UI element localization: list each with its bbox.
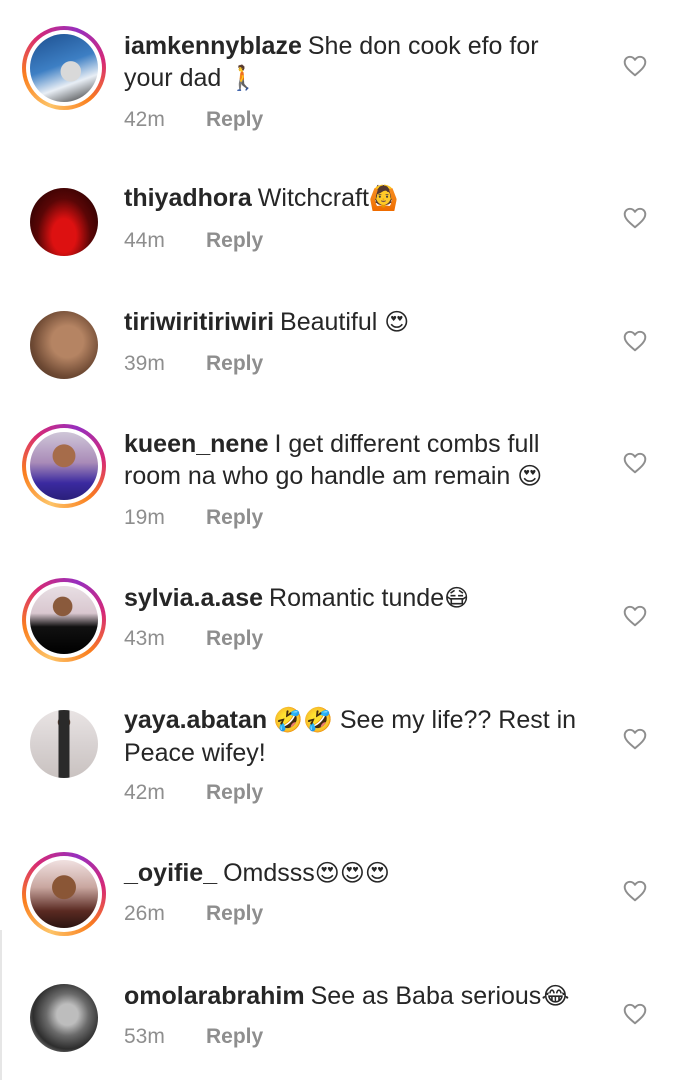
heart-icon[interactable] (622, 603, 648, 629)
reply-button[interactable]: Reply (206, 229, 263, 252)
comment-username[interactable]: tiriwiritiriwiri (124, 308, 274, 336)
comment-timestamp: 43m (124, 627, 165, 650)
comment-text: kueen_nene I get different combs full roo… (124, 428, 594, 493)
comment-username[interactable]: omolarabrahim (124, 982, 305, 1010)
comment-meta: 26m Reply (124, 902, 263, 926)
avatar-photo (30, 710, 98, 778)
heart-icon[interactable] (622, 205, 648, 231)
heart-icon[interactable] (622, 328, 648, 354)
avatar[interactable] (22, 180, 106, 264)
heart-icon[interactable] (622, 878, 648, 904)
avatar[interactable] (22, 702, 106, 786)
heart-icon[interactable] (622, 450, 648, 476)
heart-icon[interactable] (622, 1001, 648, 1027)
comment-meta: 44m Reply (124, 229, 263, 253)
comment-text: _oyifie_ Omdsss😍😍😍 (124, 857, 594, 890)
comment-body: Beautiful (280, 308, 378, 336)
comment-emoji: 😍 (384, 309, 410, 336)
comment-text: omolarabrahim See as Baba serious😂 (124, 980, 594, 1013)
avatar-photo (30, 188, 98, 256)
avatar-photo (30, 586, 98, 654)
comment-meta: 42m Reply (124, 108, 263, 132)
avatar-photo (30, 311, 98, 379)
comment-username[interactable]: kueen_nene (124, 430, 269, 458)
comment-body: See as Baba serious (310, 982, 542, 1010)
comment-meta: 42m Reply (124, 781, 263, 805)
comment-timestamp: 42m (124, 781, 165, 804)
reply-button[interactable]: Reply (206, 781, 263, 804)
heart-icon[interactable] (622, 53, 648, 79)
avatar[interactable] (22, 26, 106, 110)
comment-emoji: 🙆 (368, 185, 399, 212)
avatar[interactable] (22, 852, 106, 936)
comment-emoji: 😍 (517, 463, 543, 490)
comment-timestamp: 39m (124, 352, 165, 375)
comment-text: yaya.abatan 🤣🤣 See my life?? Rest in Peac… (124, 704, 594, 769)
comment-username[interactable]: thiyadhora (124, 184, 252, 212)
avatar[interactable] (22, 303, 106, 387)
avatar-photo (30, 860, 98, 928)
avatar-photo (30, 984, 98, 1052)
comment-emoji: 🚶 (228, 65, 259, 92)
avatar[interactable] (22, 976, 106, 1060)
comment-meta: 43m Reply (124, 627, 263, 651)
comment-body: Witchcraft (257, 184, 369, 212)
comment-timestamp: 44m (124, 229, 165, 252)
comment-username[interactable]: sylvia.a.ase (124, 584, 263, 612)
left-edge-divider (0, 930, 2, 1080)
reply-button[interactable]: Reply (206, 108, 263, 131)
comment-timestamp: 26m (124, 902, 165, 925)
reply-button[interactable]: Reply (206, 506, 263, 529)
reply-button[interactable]: Reply (206, 1025, 263, 1048)
avatar-photo (30, 34, 98, 102)
comment-emoji: 😂 (541, 983, 570, 1010)
comment-text: thiyadhora Witchcraft🙆 (124, 182, 594, 215)
comment-text: sylvia.a.ase Romantic tunde😷 (124, 582, 594, 615)
heart-icon[interactable] (622, 726, 648, 752)
comment-username[interactable]: yaya.abatan (124, 706, 267, 734)
comment-meta: 39m Reply (124, 352, 263, 376)
comment-emoji: 😷 (444, 585, 470, 612)
comment-timestamp: 42m (124, 108, 165, 131)
reply-button[interactable]: Reply (206, 627, 263, 650)
comment-timestamp: 53m (124, 1025, 165, 1048)
comment-body: Romantic tunde (269, 584, 445, 612)
reply-button[interactable]: Reply (206, 352, 263, 375)
comment-meta: 53m Reply (124, 1025, 263, 1049)
comment-text: tiriwiritiriwiri Beautiful 😍 (124, 306, 594, 339)
comment-emoji: 🤣🤣 (273, 707, 333, 734)
comment-emoji: 😍😍😍 (314, 860, 390, 887)
comment-body: Omdsss (223, 859, 315, 887)
comment-text: iamkennyblaze She don cook efo for your d… (124, 30, 594, 95)
comment-username[interactable]: iamkennyblaze (124, 32, 302, 60)
avatar-photo (30, 432, 98, 500)
reply-button[interactable]: Reply (206, 902, 263, 925)
avatar[interactable] (22, 578, 106, 662)
avatar[interactable] (22, 424, 106, 508)
comment-meta: 19m Reply (124, 506, 263, 530)
comment-username[interactable]: _oyifie_ (124, 859, 217, 887)
comment-timestamp: 19m (124, 506, 165, 529)
